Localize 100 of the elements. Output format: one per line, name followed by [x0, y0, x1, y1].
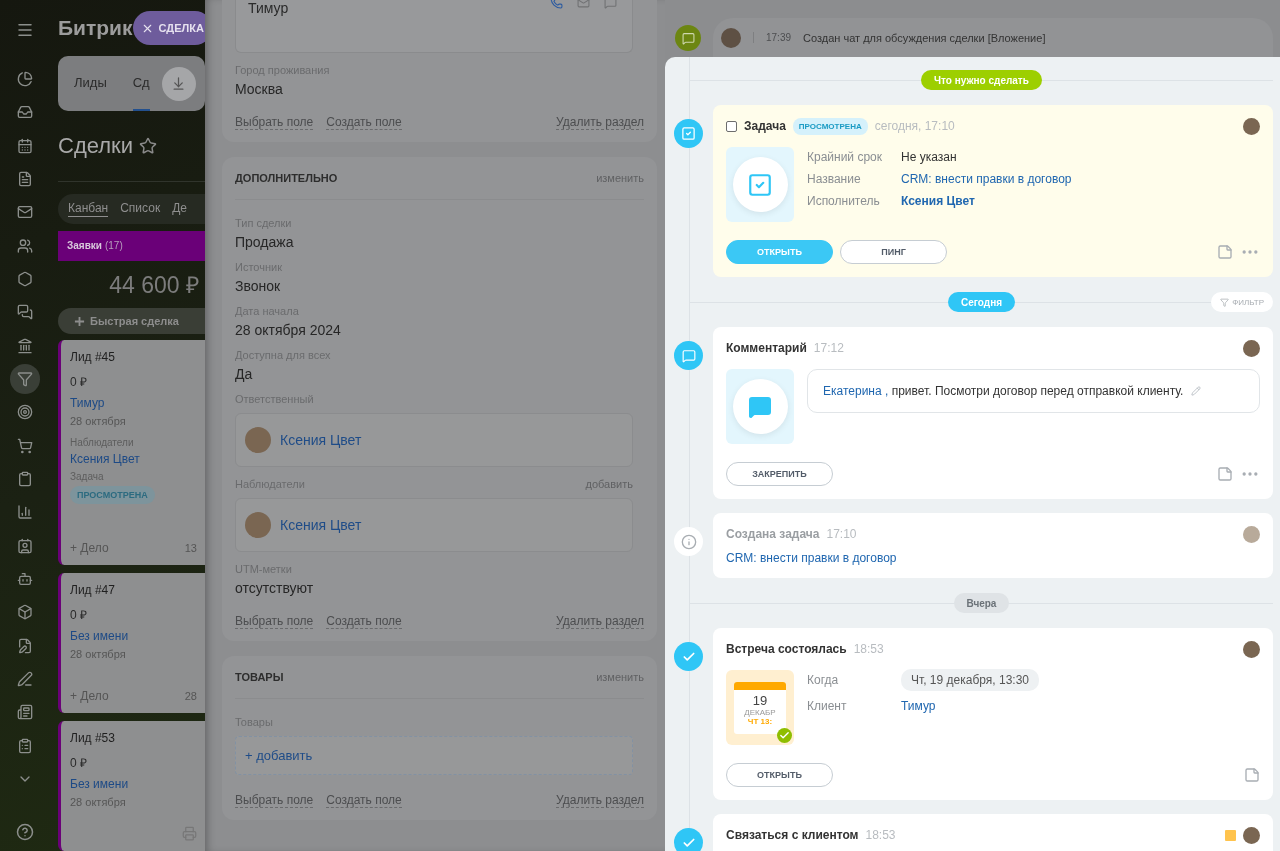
info-icon: [674, 527, 703, 556]
logo-text: Битрик: [58, 16, 133, 41]
date-divider-label: Сегодня: [948, 292, 1015, 312]
item-text: Создан чат для обсуждения сделки [Вложение]: [803, 31, 1046, 44]
field-link[interactable]: Выбрать поле: [235, 793, 314, 808]
field-value: отсутствуют: [235, 580, 315, 596]
column-total: 44 600 ₽: [108, 271, 200, 301]
item-title: Связаться с клиентом: [726, 828, 859, 842]
avatar: [721, 27, 741, 48]
card-date: 28 октября: [70, 796, 127, 808]
view-tab[interactable]: Канбан: [68, 201, 109, 218]
field-link[interactable]: Выбрать поле: [235, 614, 314, 629]
add-activity-button[interactable]: + Дело: [70, 689, 109, 703]
person-link[interactable]: Ксения Цвет: [280, 432, 362, 448]
field-link[interactable]: Выбрать поле: [235, 115, 314, 130]
field-link[interactable]: Ксения Цвет: [901, 194, 975, 208]
card-footer-date: 13: [184, 542, 197, 554]
card-title: Лид #47: [70, 583, 116, 597]
field-link[interactable]: CRM: внести правки в договор: [901, 172, 1072, 186]
card-title: Лид #45: [70, 350, 116, 364]
column-title: Заявки: [67, 240, 102, 252]
action-button[interactable]: ЗАКРЕПИТЬ: [726, 462, 833, 486]
contact-name: Тимур: [248, 0, 289, 16]
card-date: 28 октября: [70, 648, 127, 660]
status-badge: ПРОСМОТРЕНА: [70, 486, 155, 504]
avatar: [1243, 339, 1260, 357]
date-divider-label: Что нужно сделать: [921, 70, 1042, 90]
add-product-button[interactable]: + добавить: [235, 736, 633, 775]
item-time: 18:53: [853, 642, 884, 656]
field-label: Клиент: [807, 699, 848, 713]
field-value: Не указан: [901, 150, 957, 164]
view-tab[interactable]: Де: [172, 201, 187, 218]
item-time: 18:53: [865, 828, 896, 842]
action-button[interactable]: ОТКРЫТЬ: [726, 763, 833, 787]
close-deal-chip[interactable]: СДЕЛКА: [132, 11, 205, 46]
contact-link[interactable]: Без имени: [70, 629, 197, 643]
page-title: Сделки: [58, 133, 133, 160]
plus-icon: [74, 315, 85, 327]
task-link[interactable]: CRM: внести правки в договор: [726, 551, 1260, 565]
field-label: Исполнитель: [807, 194, 881, 208]
field-link[interactable]: Создать поле: [326, 793, 402, 808]
delete-section-link[interactable]: Удалить раздел: [556, 115, 644, 130]
card-amount: 0 ₽: [70, 607, 88, 623]
star-icon[interactable]: [139, 137, 157, 156]
filter-button[interactable]: ФИЛЬТР: [1211, 292, 1273, 312]
card-date: 28 октября: [70, 415, 127, 427]
field-link[interactable]: Создать поле: [326, 614, 402, 629]
item-title: Комментарий: [726, 341, 807, 355]
comment-icon: [674, 341, 703, 370]
delete-section-link[interactable]: Удалить раздел: [556, 614, 644, 629]
tab[interactable]: Лиды: [74, 56, 107, 111]
field-link[interactable]: Тимур: [901, 699, 936, 713]
check-icon: [674, 828, 703, 851]
view-tab[interactable]: Список: [120, 201, 161, 218]
person-link[interactable]: Ксения Цвет: [70, 452, 197, 466]
item-time: 17:39: [753, 32, 792, 43]
delete-section-link[interactable]: Удалить раздел: [556, 793, 644, 808]
card-footer-date: 28: [184, 690, 197, 702]
avatar: [1243, 117, 1260, 135]
field-value: Да: [235, 366, 254, 382]
date-divider-label: Вчера: [953, 593, 1010, 613]
field-value: Звонок: [235, 278, 282, 294]
item-time: сегодня, 17:10: [874, 119, 955, 133]
field-label: Крайний срок: [807, 150, 883, 164]
item-title: Встреча состоялась: [726, 642, 847, 656]
field-label: Когда: [807, 673, 840, 689]
action-button[interactable]: ОТКРЫТЬ: [726, 240, 833, 264]
person-link[interactable]: Ксения Цвет: [280, 517, 362, 533]
avatar: [1243, 525, 1260, 543]
date-chip: Чт, 19 декабря, 13:30: [901, 669, 1039, 691]
mention-link[interactable]: Екатерина ,: [823, 384, 889, 398]
card-amount: 0 ₽: [70, 374, 88, 390]
item-time: 17:12: [813, 341, 844, 355]
item-time: 17:10: [826, 527, 857, 541]
avatar: [1243, 826, 1260, 844]
chat-icon: [675, 25, 701, 51]
printer-icon: [182, 826, 197, 841]
field-link[interactable]: Создать поле: [326, 115, 402, 130]
filter-icon[interactable]: [10, 364, 40, 394]
column-count: (17): [104, 240, 123, 252]
field-value: 28 октября 2024: [235, 322, 342, 338]
contact-link[interactable]: Без имени: [70, 777, 197, 791]
avatar: [1243, 640, 1260, 658]
quick-deal-button[interactable]: Быстрая сделка: [58, 308, 205, 334]
status-badge: ПРОСМОТРЕНА: [792, 117, 868, 135]
card-title: Лид #53: [70, 731, 116, 745]
contact-link[interactable]: Тимур: [70, 396, 197, 410]
add-activity-button[interactable]: + Дело: [70, 541, 109, 555]
tab[interactable]: Сд: [132, 56, 150, 111]
section-title: ТОВАРЫ: [235, 671, 284, 683]
action-button[interactable]: ПИНГ: [840, 240, 947, 264]
task-icon: [674, 119, 703, 148]
item-title: Задача: [744, 119, 786, 133]
check-icon: [674, 642, 703, 671]
avatar: [245, 427, 271, 453]
avatar: [245, 512, 271, 538]
checkbox[interactable]: [726, 120, 737, 132]
field-value: Продажа: [235, 234, 295, 250]
calendar-drawing: 19 ДЕКАБР ЧТ 13:: [726, 670, 794, 745]
field-label: Название: [807, 172, 862, 186]
